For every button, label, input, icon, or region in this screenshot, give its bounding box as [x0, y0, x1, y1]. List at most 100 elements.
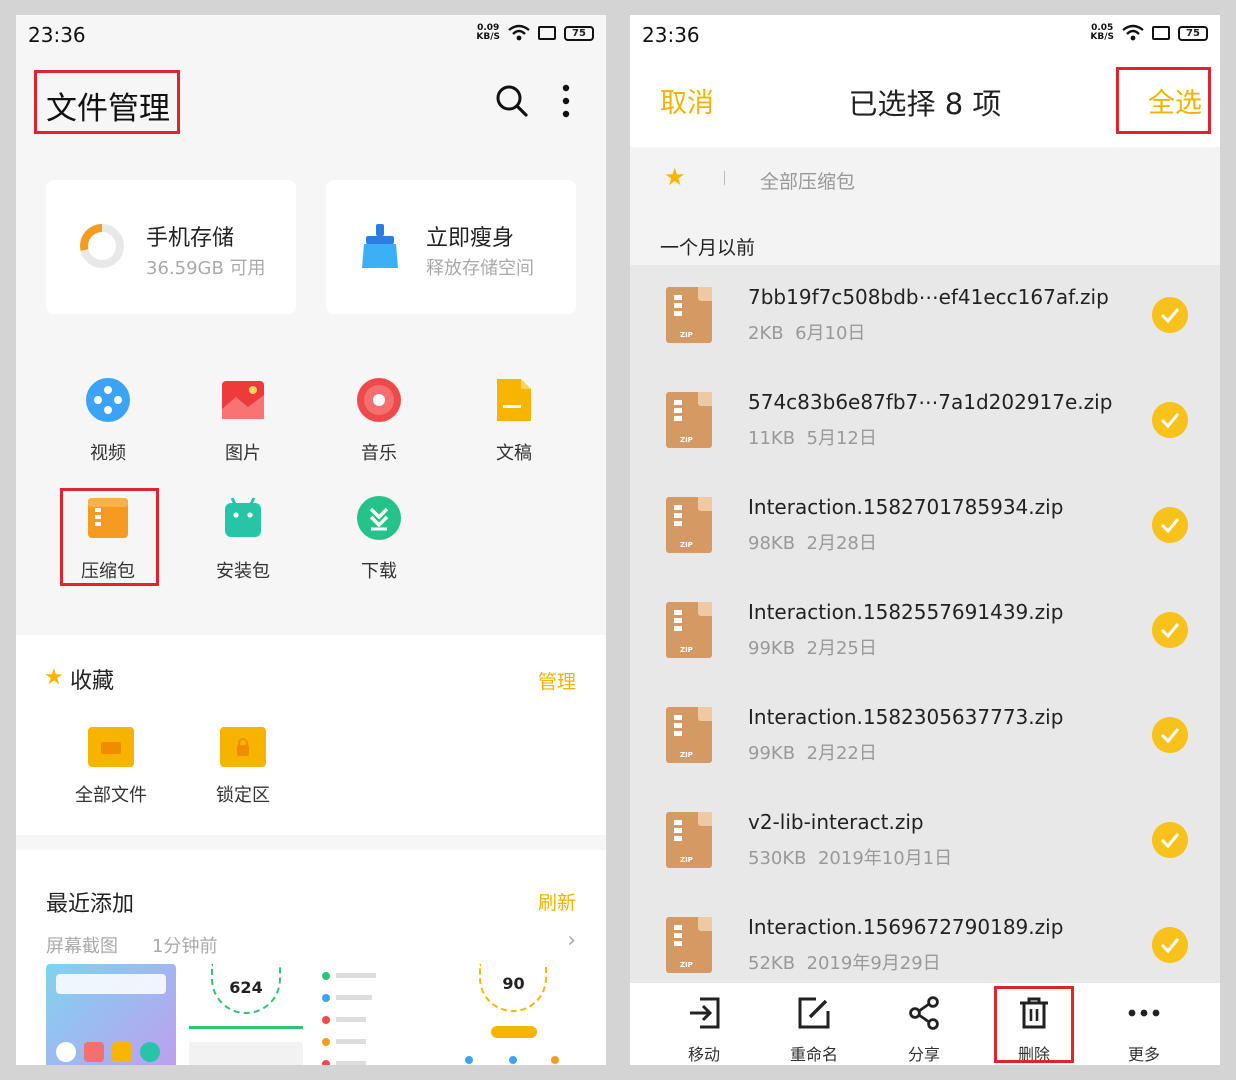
recent-time: 1分钟前 — [152, 936, 218, 957]
file-name: Interaction.1569672790189.zip — [748, 915, 1064, 939]
file-row[interactable]: ZIP Interaction.1582557691439.zip 99KB 2… — [630, 580, 1220, 685]
phone-storage-card[interactable]: 手机存储 36.59GB 可用 — [46, 180, 296, 314]
document-icon — [497, 379, 531, 421]
share-icon — [909, 996, 939, 1030]
music-icon — [357, 378, 401, 422]
checkmark-icon[interactable] — [1152, 612, 1188, 648]
more-vertical-icon[interactable] — [556, 83, 576, 119]
file-row[interactable]: ZIP Interaction.1582701785934.zip 98KB 2… — [630, 475, 1220, 580]
file-row[interactable]: ZIP 7bb19f7c508bdb⋯ef41ecc167af.zip 2KB … — [630, 265, 1220, 370]
zip-file-icon: ZIP — [666, 602, 712, 658]
highlight-box-title — [34, 70, 180, 134]
zip-file-icon: ZIP — [666, 917, 712, 973]
file-meta: 11KB 5月12日 — [748, 428, 877, 449]
category-music[interactable]: 音乐 — [324, 377, 434, 465]
clean-up-card[interactable]: 立即瘦身 释放存储空间 — [326, 180, 576, 314]
recent-thumbnail[interactable]: 624 — [181, 964, 311, 1065]
recent-subtitle: 屏幕截图 — [46, 936, 118, 957]
file-meta: 52KB 2019年9月29日 — [748, 953, 941, 974]
checkmark-icon[interactable] — [1152, 717, 1188, 753]
breadcrumb-item[interactable]: 全部压缩包 — [760, 167, 855, 194]
checkmark-icon[interactable] — [1152, 297, 1188, 333]
file-name: v2-lib-interact.zip — [748, 810, 924, 834]
search-icon[interactable] — [494, 83, 530, 119]
highlight-box-delete — [994, 986, 1074, 1063]
recent-thumbnail[interactable]: 90 — [451, 964, 576, 1065]
status-bar: 23:36 0.09 KB/S 75 — [16, 15, 606, 55]
file-name: Interaction.1582557691439.zip — [748, 600, 1064, 624]
file-name: 574c83b6e87fb7⋯7a1d202917e.zip — [748, 390, 1113, 414]
status-bar: 23:36 0.05 KB/S 75 — [630, 15, 1220, 55]
manage-button[interactable]: 管理 — [538, 667, 576, 694]
bottom-action-bar: 移动 重命名 分享 删除 更多 — [630, 983, 1220, 1065]
picture-icon — [222, 381, 264, 419]
highlight-box-select-all — [1116, 67, 1211, 134]
recent-title: 最近添加 — [46, 892, 135, 917]
rename-icon — [798, 997, 830, 1029]
favorite-all-files[interactable]: 全部文件 — [56, 727, 166, 807]
zip-file-icon: ZIP — [666, 392, 712, 448]
chevron-right-icon[interactable]: › — [567, 928, 576, 953]
card-subtitle: 释放存储空间 — [426, 258, 534, 279]
file-list: ZIP 7bb19f7c508bdb⋯ef41ecc167af.zip 2KB … — [630, 265, 1220, 983]
rename-button[interactable]: 重命名 — [764, 995, 864, 1065]
checkmark-icon[interactable] — [1152, 507, 1188, 543]
file-name: Interaction.1582305637773.zip — [748, 705, 1064, 729]
folder-icon — [88, 727, 134, 767]
favorites-title: 收藏 — [70, 669, 115, 694]
recent-thumbnail[interactable] — [316, 964, 446, 1065]
archive-selection-screen: 23:36 0.05 KB/S 75 取消 已选择 8 项 全选 ★ 全部压缩包… — [630, 15, 1220, 1065]
more-button[interactable]: 更多 — [1094, 995, 1194, 1065]
category-documents[interactable]: 文稿 — [459, 377, 569, 465]
share-button[interactable]: 分享 — [874, 995, 974, 1065]
checkmark-icon[interactable] — [1152, 927, 1188, 963]
file-meta: 530KB 2019年10月1日 — [748, 848, 953, 869]
zip-file-icon: ZIP — [666, 497, 712, 553]
favorites-section: ★ 收藏 管理 全部文件 锁定区 — [16, 635, 606, 835]
file-name: 7bb19f7c508bdb⋯ef41ecc167af.zip — [748, 285, 1109, 309]
category-pictures[interactable]: 图片 — [188, 377, 298, 465]
broom-icon — [362, 224, 398, 268]
favorite-locked-area[interactable]: 锁定区 — [188, 727, 298, 807]
category-apks[interactable]: 安装包 — [188, 495, 298, 583]
file-row[interactable]: ZIP Interaction.1569672790189.zip 52KB 2… — [630, 895, 1220, 983]
file-name: Interaction.1582701785934.zip — [748, 495, 1064, 519]
zip-file-icon: ZIP — [666, 287, 712, 343]
screen-icon — [1152, 26, 1170, 40]
recent-section: 最近添加 刷新 屏幕截图 1分钟前 › 624 90 — [16, 850, 606, 1065]
file-row[interactable]: ZIP v2-lib-interact.zip 530KB 2019年10月1日 — [630, 790, 1220, 895]
file-meta: 99KB 2月25日 — [748, 638, 877, 659]
lock-folder-icon — [220, 727, 266, 767]
star-icon: ★ — [44, 665, 64, 690]
refresh-button[interactable]: 刷新 — [538, 888, 576, 915]
move-button[interactable]: 移动 — [654, 995, 754, 1065]
android-icon — [225, 497, 261, 537]
highlight-box-archives — [60, 488, 159, 586]
group-header: 一个月以前 — [630, 209, 1220, 265]
checkmark-icon[interactable] — [1152, 402, 1188, 438]
download-icon — [357, 496, 401, 540]
status-time: 23:36 — [28, 23, 86, 47]
star-icon[interactable]: ★ — [664, 163, 686, 191]
network-speed: 0.09 KB/S — [476, 23, 500, 42]
recent-thumbnail[interactable] — [46, 964, 176, 1065]
network-speed: 0.05 KB/S — [1090, 23, 1114, 42]
card-title: 立即瘦身 — [426, 226, 515, 251]
status-time: 23:36 — [642, 23, 700, 47]
file-meta: 99KB 2月22日 — [748, 743, 877, 764]
screen-icon — [538, 26, 556, 40]
category-downloads[interactable]: 下载 — [324, 495, 434, 583]
wifi-icon — [1122, 24, 1144, 41]
category-video[interactable]: 视频 — [53, 377, 163, 465]
wifi-icon — [508, 24, 530, 41]
file-meta: 98KB 2月28日 — [748, 533, 877, 554]
zip-file-icon: ZIP — [666, 707, 712, 763]
file-manager-home-screen: 23:36 0.09 KB/S 75 文件管理 手机存储 36.59GB 可用 … — [16, 15, 606, 1065]
storage-donut-icon — [80, 224, 124, 268]
more-icon — [1128, 1009, 1160, 1017]
checkmark-icon[interactable] — [1152, 822, 1188, 858]
file-row[interactable]: ZIP Interaction.1582305637773.zip 99KB 2… — [630, 685, 1220, 790]
file-row[interactable]: ZIP 574c83b6e87fb7⋯7a1d202917e.zip 11KB … — [630, 370, 1220, 475]
move-icon — [690, 997, 720, 1029]
video-icon — [86, 378, 130, 422]
